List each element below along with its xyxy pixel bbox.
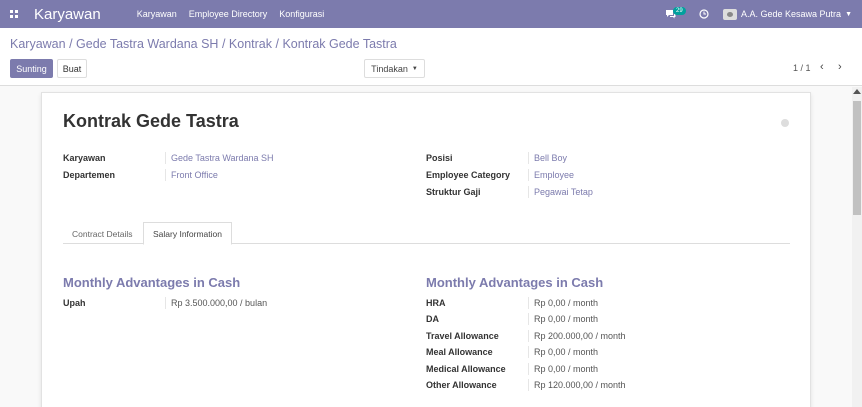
menu-item-konfigurasi[interactable]: Konfigurasi <box>279 9 324 19</box>
chat-menu[interactable]: 29 <box>665 0 686 28</box>
breadcrumb: Karyawan / Gede Tastra Wardana SH / Kont… <box>10 37 397 51</box>
da-label: DA <box>426 314 439 324</box>
user-avatar <box>723 8 737 20</box>
form-sheet: Kontrak Gede Tastra Karyawan Gede Tastra… <box>41 92 811 407</box>
salary-structure-label: Struktur Gaji <box>426 187 481 197</box>
left-section-title: Monthly Advantages in Cash <box>63 275 241 290</box>
hra-value: Rp 0,00 / month <box>534 298 599 308</box>
form-tabs: Contract Details Salary Information <box>63 222 790 245</box>
breadcrumb-item-karyawan[interactable]: Karyawan <box>10 37 66 51</box>
edit-button[interactable]: Sunting <box>10 59 53 78</box>
breadcrumb-item-employee[interactable]: Gede Tastra Wardana SH <box>76 37 218 51</box>
user-menu[interactable]: A.A. Gede Kesawa Putra ▼ <box>723 8 852 20</box>
contract-title: Kontrak Gede Tastra <box>63 111 239 131</box>
field-divider <box>528 186 529 198</box>
menu-item-karyawan[interactable]: Karyawan <box>137 9 177 19</box>
salary-structure-value[interactable]: Pegawai Tetap <box>534 187 593 197</box>
employee-category-label: Employee Category <box>426 170 511 180</box>
breadcrumb-separator: / <box>221 37 229 51</box>
scrollbar[interactable] <box>852 87 862 407</box>
department-label: Departemen <box>63 170 116 180</box>
travel-allowance-value: Rp 200.000,00 / month <box>534 331 626 341</box>
action-dropdown-label: Tindakan <box>371 63 408 74</box>
scrollbar-thumb[interactable] <box>853 101 861 215</box>
meal-allowance-label: Meal Allowance <box>426 347 493 357</box>
chevron-down-icon: ▼ <box>845 10 852 18</box>
status-indicator <box>781 119 789 127</box>
field-divider <box>165 297 166 309</box>
field-divider <box>528 152 529 164</box>
action-dropdown[interactable]: Tindakan ▼ <box>364 59 425 78</box>
employee-value[interactable]: Gede Tastra Wardana SH <box>171 153 274 163</box>
employee-category-value[interactable]: Employee <box>534 170 574 180</box>
field-divider <box>528 330 529 342</box>
apps-menu-icon[interactable] <box>2 0 26 28</box>
field-divider <box>528 379 529 391</box>
field-divider <box>528 346 529 358</box>
wage-label: Upah <box>63 298 86 308</box>
position-label: Posisi <box>426 153 453 163</box>
other-allowance-value: Rp 120.000,00 / month <box>534 380 626 390</box>
app-brand[interactable]: Karyawan <box>34 6 101 23</box>
wage-value: Rp 3.500.000,00 / bulan <box>171 298 268 308</box>
top-navbar: Karyawan Karyawan Employee Directory Kon… <box>0 0 862 28</box>
activity-clock-icon[interactable] <box>699 9 709 19</box>
field-divider <box>165 169 166 181</box>
scroll-up-arrow-icon[interactable] <box>853 89 861 94</box>
breadcrumb-separator: / <box>69 37 77 51</box>
right-section-title: Monthly Advantages in Cash <box>426 275 604 290</box>
control-panel: Karyawan / Gede Tastra Wardana SH / Kont… <box>0 28 862 86</box>
field-divider <box>528 169 529 181</box>
field-divider <box>528 363 529 375</box>
da-value: Rp 0,00 / month <box>534 314 599 324</box>
field-divider <box>528 313 529 325</box>
employee-label: Karyawan <box>63 153 106 163</box>
department-value[interactable]: Front Office <box>171 170 218 180</box>
field-divider <box>528 297 529 309</box>
caret-down-icon: ▼ <box>411 65 418 72</box>
chevron-right-icon[interactable]: › <box>838 61 842 73</box>
other-allowance-label: Other Allowance <box>426 380 497 390</box>
hra-label: HRA <box>426 298 446 308</box>
create-button[interactable]: Buat <box>57 59 87 78</box>
travel-allowance-label: Travel Allowance <box>426 331 499 341</box>
medical-allowance-value: Rp 0,00 / month <box>534 364 599 374</box>
pager-value[interactable]: 1 / 1 <box>793 63 811 73</box>
field-divider <box>165 152 166 164</box>
medical-allowance-label: Medical Allowance <box>426 364 506 374</box>
tab-contract-details[interactable]: Contract Details <box>63 222 141 245</box>
breadcrumb-item-kontrak[interactable]: Kontrak <box>229 37 272 51</box>
chat-count-badge: 29 <box>673 7 686 15</box>
tab-salary-information[interactable]: Salary Information <box>143 222 232 245</box>
meal-allowance-value: Rp 0,00 / month <box>534 347 599 357</box>
menu-item-employee-directory[interactable]: Employee Directory <box>189 9 268 19</box>
chevron-left-icon[interactable]: ‹ <box>820 61 824 73</box>
position-value[interactable]: Bell Boy <box>534 153 567 163</box>
breadcrumb-current: Kontrak Gede Tastra <box>282 37 397 51</box>
user-name: A.A. Gede Kesawa Putra <box>741 9 842 19</box>
